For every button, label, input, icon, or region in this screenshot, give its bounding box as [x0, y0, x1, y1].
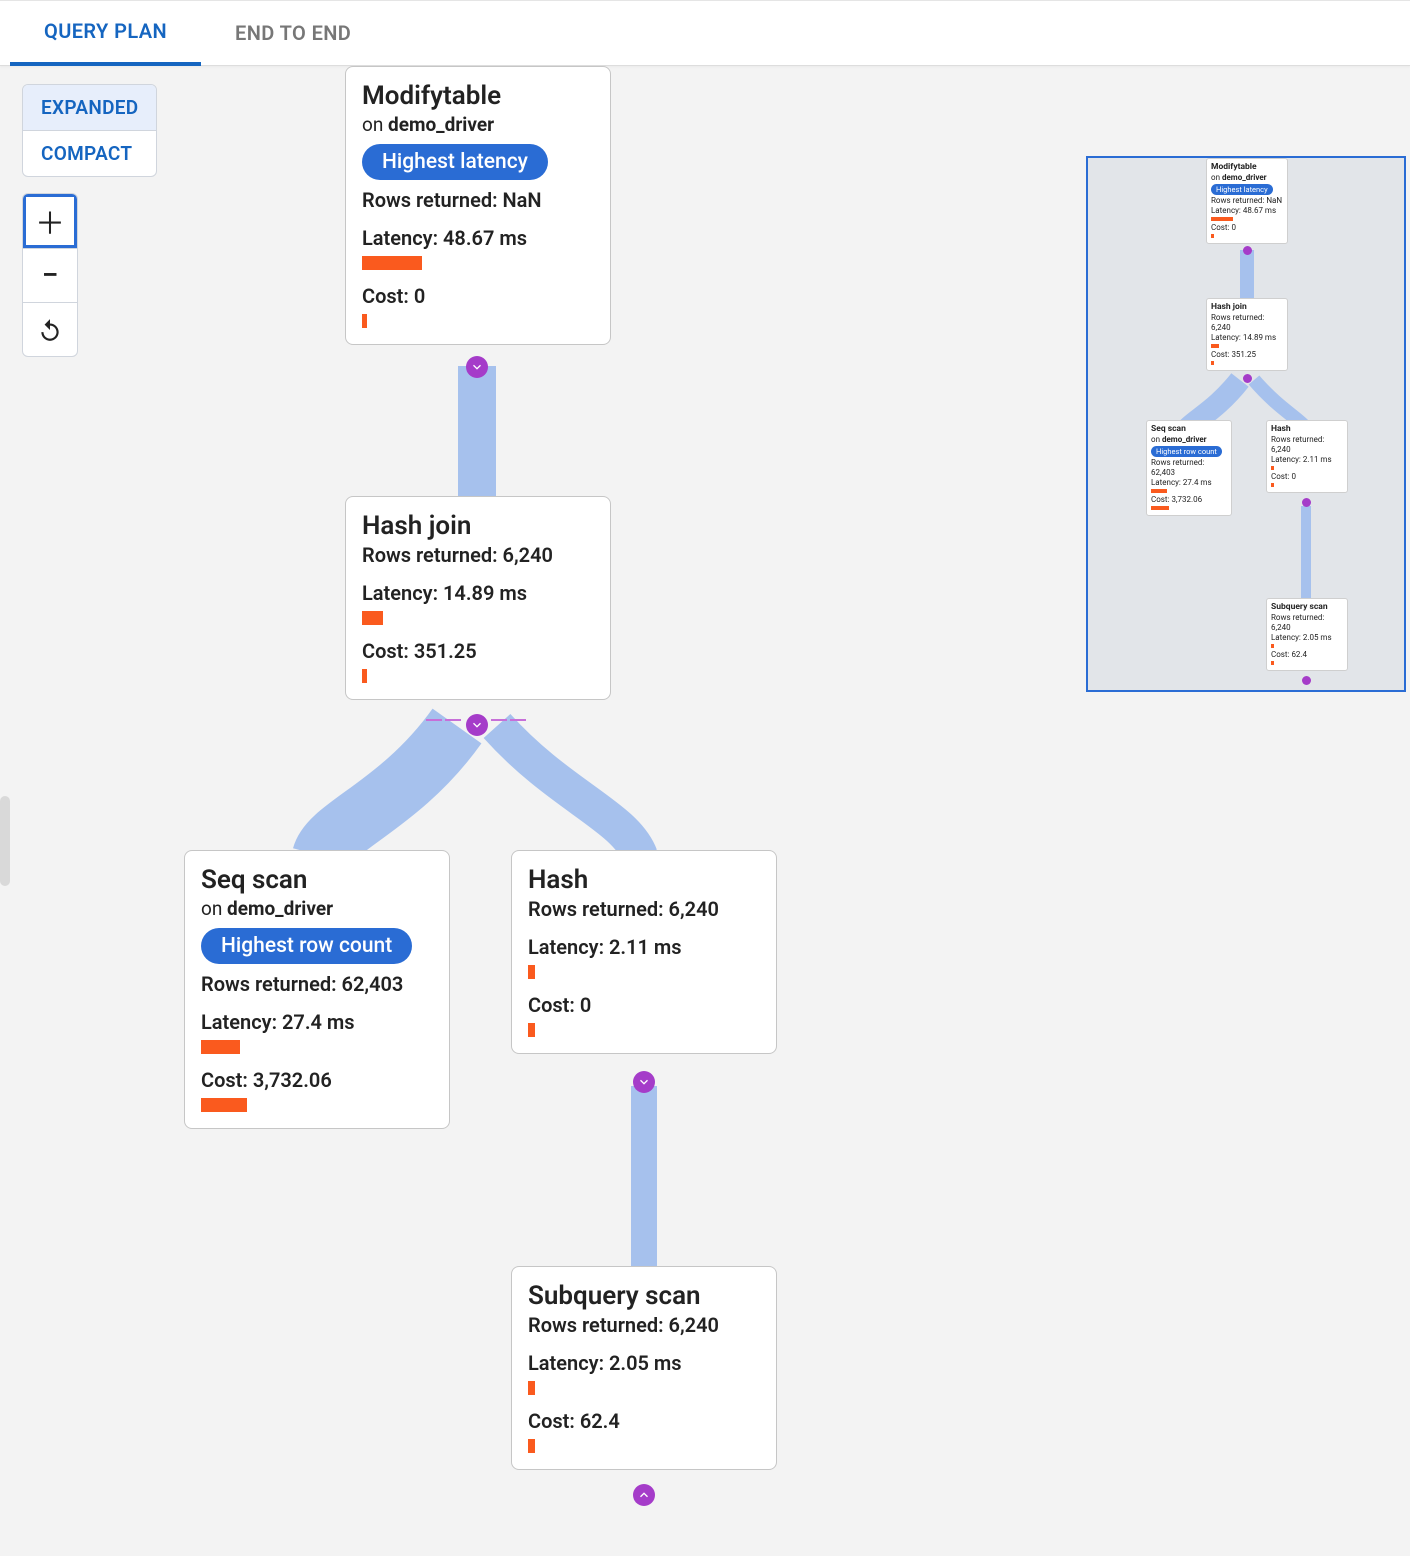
chevron-down-icon: [474, 365, 481, 369]
minimap-node: Hash join Rows returned: 6,240 Latency: …: [1206, 298, 1288, 371]
latency-label: Latency: 2.11 ms: [528, 935, 760, 959]
collapse-chevron[interactable]: [633, 1071, 655, 1093]
plan-canvas[interactable]: EXPANDED COMPACT ＋ − Modifytable: [0, 66, 1410, 1556]
latency-bar: [362, 611, 383, 625]
latency-bar: [201, 1040, 240, 1054]
node-title: Subquery scan: [528, 1281, 760, 1311]
minimap-chevron: [1243, 374, 1252, 383]
node-title: Hash: [528, 865, 760, 895]
expand-chevron[interactable]: [633, 1484, 655, 1506]
cost-label: Cost: 0: [528, 993, 760, 1017]
collapse-chevron[interactable]: [466, 356, 488, 378]
cost-bar: [362, 669, 367, 683]
reset-icon: [37, 317, 63, 343]
zoom-in-button[interactable]: ＋: [23, 194, 77, 248]
latency-label: Latency: 14.89 ms: [362, 581, 594, 605]
join-hash-marks-left: [426, 719, 461, 721]
latency-bar: [362, 256, 422, 270]
chevron-down-icon: [641, 1080, 648, 1084]
tabs-bar: QUERY PLAN END TO END: [0, 0, 1410, 66]
cost-label: Cost: 351.25: [362, 639, 594, 663]
node-subtitle: on demo_driver: [201, 897, 433, 920]
latency-label: Latency: 48.67 ms: [362, 226, 594, 250]
chevron-down-icon: [474, 723, 481, 727]
node-modifytable[interactable]: Modifytable on demo_driver Highest laten…: [345, 66, 611, 345]
collapse-chevron[interactable]: [466, 714, 488, 736]
cost-label: Cost: 3,732.06: [201, 1068, 433, 1092]
node-subtitle: on demo_driver: [362, 113, 594, 136]
node-subquery[interactable]: Subquery scan Rows returned: 6,240 Laten…: [511, 1266, 777, 1470]
latency-label: Latency: 27.4 ms: [201, 1010, 433, 1034]
minimap-node: Subquery scan Rows returned: 6,240 Laten…: [1266, 598, 1348, 671]
highest-row-count-badge: Highest row count: [201, 928, 412, 964]
cost-label: Cost: 0: [362, 284, 594, 308]
node-title: Modifytable: [362, 81, 594, 111]
minimap-chevron: [1302, 676, 1311, 685]
join-hash-marks-right: [491, 719, 526, 721]
node-seqscan[interactable]: Seq scan on demo_driver Highest row coun…: [184, 850, 450, 1129]
minimap-node: Modifytable on demo_driver Highest laten…: [1206, 158, 1288, 244]
rows-returned: Rows returned: 62,403: [201, 972, 433, 996]
view-toggle-group: EXPANDED COMPACT: [22, 84, 157, 177]
latency-bar: [528, 1381, 535, 1395]
minimap-chevron: [1302, 498, 1311, 507]
latency-label: Latency: 2.05 ms: [528, 1351, 760, 1375]
highest-latency-badge: Highest latency: [362, 144, 548, 180]
rows-returned: Rows returned: NaN: [362, 188, 594, 212]
rows-returned: Rows returned: 6,240: [528, 1313, 760, 1337]
node-hashjoin[interactable]: Hash join Rows returned: 6,240 Latency: …: [345, 496, 611, 700]
latency-bar: [528, 965, 535, 979]
zoom-out-button[interactable]: −: [23, 248, 77, 302]
node-hash[interactable]: Hash Rows returned: 6,240 Latency: 2.11 …: [511, 850, 777, 1054]
zoom-group: ＋ −: [22, 193, 78, 357]
compact-button[interactable]: COMPACT: [23, 130, 156, 176]
node-title: Hash join: [362, 511, 594, 541]
node-title: Seq scan: [201, 865, 433, 895]
rows-returned: Rows returned: 6,240: [362, 543, 594, 567]
controls-panel: EXPANDED COMPACT ＋ −: [22, 84, 157, 357]
expanded-button[interactable]: EXPANDED: [23, 85, 156, 130]
chevron-up-icon: [641, 1493, 648, 1497]
minimap-node: Seq scan on demo_driver Highest row coun…: [1146, 420, 1232, 516]
cost-bar: [528, 1023, 535, 1037]
minimap-chevron: [1243, 246, 1252, 255]
cost-label: Cost: 62.4: [528, 1409, 760, 1433]
reset-view-button[interactable]: [23, 302, 77, 356]
rows-returned: Rows returned: 6,240: [528, 897, 760, 921]
minimap-node: Hash Rows returned: 6,240 Latency: 2.11 …: [1266, 420, 1348, 493]
scrollbar-thumb[interactable]: [0, 796, 10, 886]
minimap[interactable]: Modifytable on demo_driver Highest laten…: [1086, 156, 1406, 692]
cost-bar: [528, 1439, 535, 1453]
cost-bar: [201, 1098, 247, 1112]
tab-query-plan[interactable]: QUERY PLAN: [10, 0, 201, 66]
cost-bar: [362, 314, 367, 328]
tab-end-to-end[interactable]: END TO END: [201, 0, 385, 66]
